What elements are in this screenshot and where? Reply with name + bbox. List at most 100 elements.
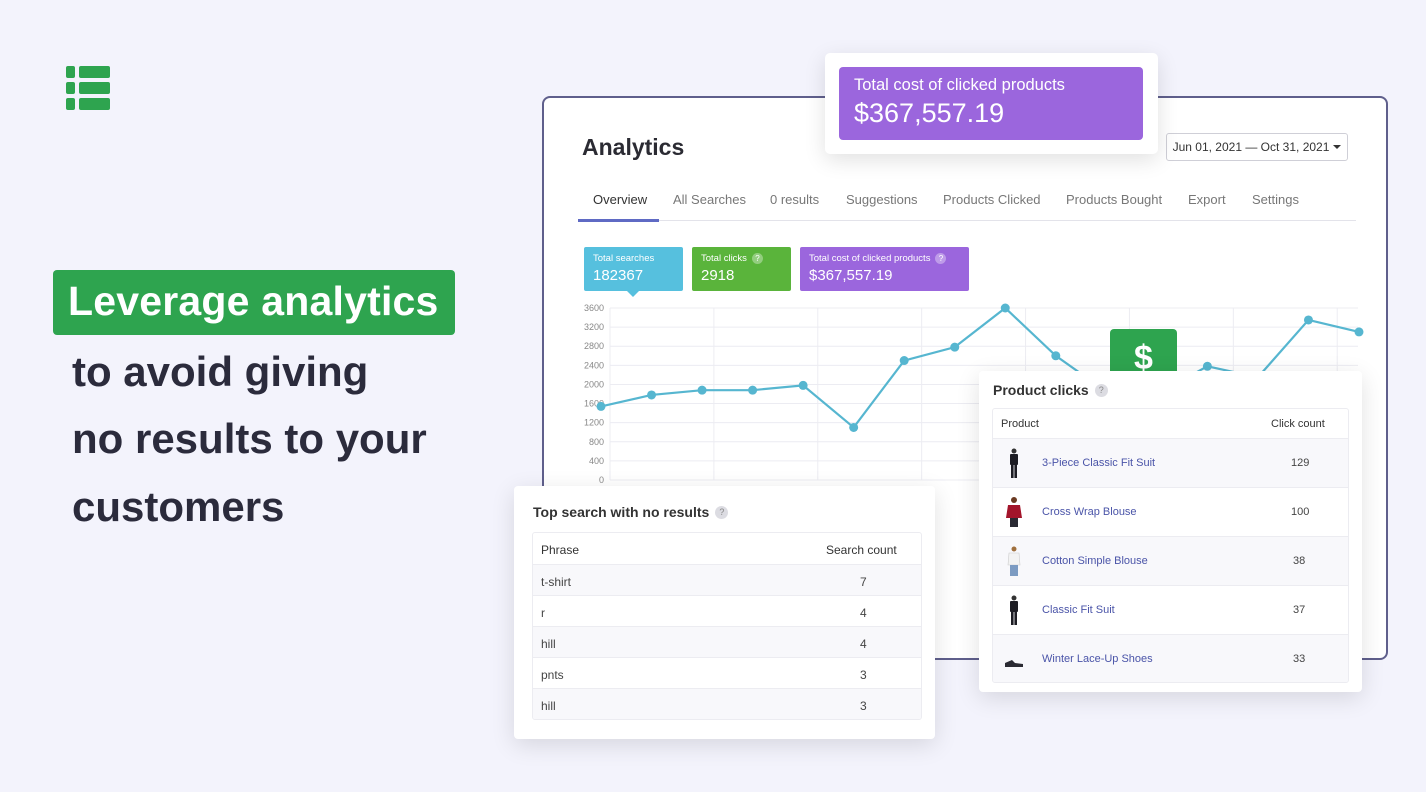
count-cell: 100 bbox=[1291, 506, 1310, 518]
stat-value: 182367 bbox=[593, 267, 644, 284]
no-results-card: Top search with no results ? Phrase Sear… bbox=[514, 486, 935, 739]
stat-total-searches[interactable]: Total searches 182367 bbox=[584, 247, 683, 291]
hero-line-1: to avoid giving bbox=[72, 348, 369, 395]
phrase-cell: pnts bbox=[541, 668, 564, 682]
tab-products-bought[interactable]: Products Bought bbox=[1066, 192, 1162, 207]
count-cell: 129 bbox=[1291, 457, 1310, 469]
table-row[interactable]: r 4 bbox=[533, 595, 921, 626]
table-header: Product Click count bbox=[993, 409, 1348, 438]
cost-highlight-label: Total cost of clicked products bbox=[854, 76, 1065, 94]
y-tick-label: 2000 bbox=[584, 379, 604, 389]
column-header-product: Product bbox=[1001, 418, 1039, 430]
product-clicks-card: Product clicks ? Product Click count 3-P… bbox=[979, 371, 1362, 692]
count-cell: 3 bbox=[860, 668, 867, 682]
stat-value: $367,557.19 bbox=[809, 267, 893, 284]
cost-highlight-card: Total cost of clicked products $367,557.… bbox=[825, 53, 1158, 154]
product-link[interactable]: Classic Fit Suit bbox=[1042, 604, 1115, 616]
shoe-image bbox=[1005, 660, 1023, 667]
data-point bbox=[950, 342, 960, 352]
column-header-search-count: Search count bbox=[826, 543, 897, 557]
tab-export[interactable]: Export bbox=[1188, 192, 1226, 207]
tab-all-searches[interactable]: All Searches bbox=[673, 192, 746, 207]
suit-image bbox=[1010, 595, 1018, 625]
stat-total-cost[interactable]: Total cost of clicked products? $367,557… bbox=[800, 247, 969, 291]
hero-headline: Leverage analytics bbox=[53, 270, 455, 335]
product-link[interactable]: Cotton Simple Blouse bbox=[1042, 555, 1148, 567]
phrase-cell: r bbox=[541, 606, 545, 620]
count-cell: 38 bbox=[1293, 555, 1306, 567]
tab-suggestions[interactable]: Suggestions bbox=[846, 192, 918, 207]
phrase-cell: hill bbox=[541, 637, 556, 651]
page-title: Analytics bbox=[582, 134, 685, 160]
active-tab-indicator bbox=[578, 219, 659, 222]
count-cell: 4 bbox=[860, 637, 867, 651]
count-cell: 4 bbox=[860, 606, 867, 620]
white-blouse-image bbox=[1007, 546, 1021, 576]
table-row[interactable]: hill 3 bbox=[533, 688, 921, 719]
cost-highlight-stat: Total cost of clicked products $367,557.… bbox=[839, 67, 1143, 140]
data-point bbox=[1354, 327, 1364, 337]
product-clicks-title: Product clicks bbox=[993, 382, 1089, 398]
data-point bbox=[748, 385, 758, 395]
tab-products-clicked[interactable]: Products Clicked bbox=[943, 192, 1041, 207]
column-header-phrase: Phrase bbox=[541, 543, 580, 557]
chevron-down-icon bbox=[1333, 145, 1342, 149]
product-link[interactable]: Winter Lace-Up Shoes bbox=[1042, 653, 1153, 665]
phrase-cell: t-shirt bbox=[541, 575, 571, 589]
tab-bar: Overview All Searches 0 results Suggesti… bbox=[578, 178, 1356, 222]
brand-logo-icon bbox=[66, 66, 110, 110]
no-results-title: Top search with no results bbox=[533, 504, 710, 520]
count-cell: 33 bbox=[1293, 653, 1306, 665]
data-point bbox=[899, 356, 909, 366]
y-tick-label: 400 bbox=[589, 456, 604, 466]
help-icon[interactable]: ? bbox=[1094, 383, 1108, 397]
tab-0-results[interactable]: 0 results bbox=[770, 192, 819, 207]
table-row[interactable]: t-shirt 7 bbox=[533, 564, 921, 595]
suit-image bbox=[1010, 448, 1018, 478]
table-row[interactable]: 3-Piece Classic Fit Suit 129 bbox=[993, 438, 1348, 487]
stat-total-clicks[interactable]: Total clicks? 2918 bbox=[692, 247, 791, 291]
data-point bbox=[1202, 361, 1212, 371]
data-point bbox=[849, 422, 859, 432]
y-tick-label: 3200 bbox=[584, 322, 604, 332]
help-icon[interactable]: ? bbox=[715, 505, 729, 519]
product-clicks-table: Product Click count 3-Piece Classic Fit … bbox=[992, 408, 1349, 683]
y-tick-label: 1200 bbox=[584, 418, 604, 428]
selected-stat-pointer bbox=[626, 290, 640, 297]
stat-value: 2918 bbox=[701, 267, 735, 284]
data-point bbox=[647, 390, 657, 400]
y-tick-label: 800 bbox=[589, 437, 604, 447]
stat-label: Total cost of clicked products bbox=[809, 253, 931, 264]
data-point bbox=[1303, 315, 1313, 325]
count-cell: 7 bbox=[860, 575, 867, 589]
table-row[interactable]: hill 4 bbox=[533, 626, 921, 657]
help-icon[interactable]: ? bbox=[751, 253, 763, 264]
product-link[interactable]: Cross Wrap Blouse bbox=[1042, 506, 1137, 518]
table-row[interactable]: Cross Wrap Blouse 100 bbox=[993, 487, 1348, 536]
help-icon[interactable]: ? bbox=[935, 253, 947, 264]
table-row[interactable]: Winter Lace-Up Shoes 33 bbox=[993, 634, 1348, 682]
data-point bbox=[697, 385, 707, 395]
table-row[interactable]: Cotton Simple Blouse 38 bbox=[993, 536, 1348, 585]
y-tick-label: 3600 bbox=[584, 303, 604, 313]
count-cell: 37 bbox=[1293, 604, 1306, 616]
tab-settings[interactable]: Settings bbox=[1252, 192, 1299, 207]
table-row[interactable]: Classic Fit Suit 37 bbox=[993, 585, 1348, 634]
y-tick-label: 2400 bbox=[584, 360, 604, 370]
data-point bbox=[1000, 303, 1010, 313]
stat-label: Total clicks bbox=[701, 253, 747, 264]
data-point bbox=[798, 380, 808, 390]
date-range-picker[interactable]: Jun 01, 2021 — Oct 31, 2021 bbox=[1166, 133, 1348, 161]
phrase-cell: hill bbox=[541, 699, 556, 713]
product-link[interactable]: 3-Piece Classic Fit Suit bbox=[1042, 457, 1155, 469]
cost-highlight-value: $367,557.19 bbox=[854, 98, 1005, 128]
table-header: Phrase Search count bbox=[533, 533, 921, 564]
table-row[interactable]: pnts 3 bbox=[533, 657, 921, 688]
no-results-table: Phrase Search count t-shirt 7 r 4 hill 4… bbox=[532, 532, 922, 720]
date-range-value: Jun 01, 2021 — Oct 31, 2021 bbox=[1172, 140, 1330, 154]
column-header-click-count: Click count bbox=[1271, 418, 1325, 430]
y-tick-label: 2800 bbox=[584, 341, 604, 351]
stat-label: Total searches bbox=[593, 253, 655, 264]
hero-line-3: customers bbox=[72, 483, 285, 530]
tab-overview[interactable]: Overview bbox=[593, 192, 647, 207]
